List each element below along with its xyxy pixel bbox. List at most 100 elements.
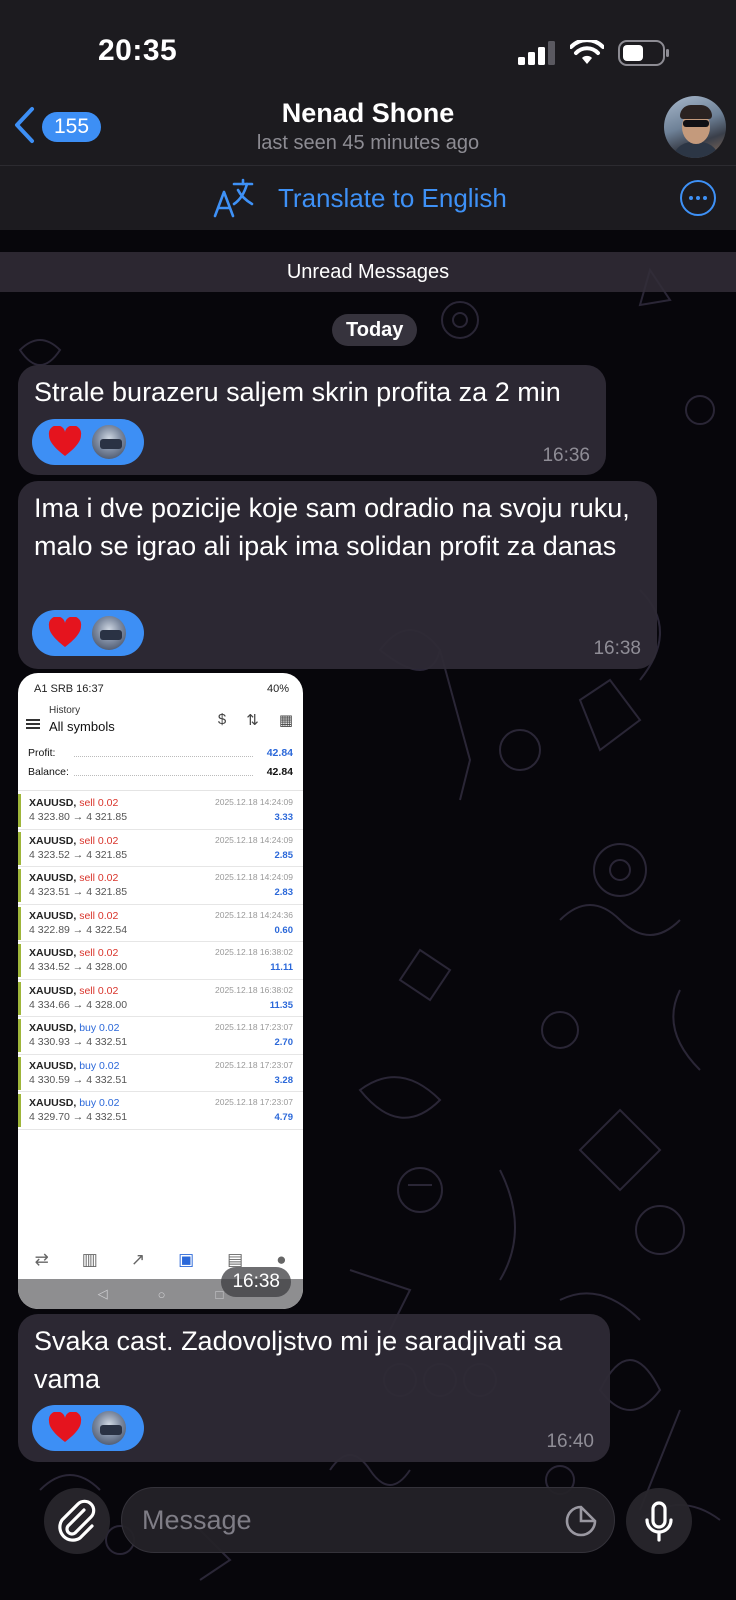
screenshot-trade-row: XAUUSD, sell 0.02 4 334.66 → 4 328.00 2025… xyxy=(18,980,303,1017)
trade-profit: 2.83 xyxy=(274,887,294,898)
trade-symbol: XAUUSD, buy 0.02 xyxy=(29,1059,120,1072)
trade-prices: 4 323.51 → 4 321.85 xyxy=(29,886,128,898)
reaction-chip[interactable] xyxy=(32,1405,144,1451)
trade-datetime: 2025.12.18 17:23:07 xyxy=(215,1097,293,1107)
trade-side: sell 0.02 xyxy=(79,947,119,959)
date-separator: Today xyxy=(332,314,418,346)
trade-side: buy 0.02 xyxy=(79,1097,120,1109)
trade-datetime: 2025.12.18 14:24:36 xyxy=(215,909,293,920)
screenshot-sort-icon: ⇅ xyxy=(246,712,259,729)
trade-datetime: 2025.12.18 16:38:02 xyxy=(215,947,293,957)
trade-prices: 4 330.59 → 4 332.51 xyxy=(29,1073,128,1086)
trade-side: sell 0.02 xyxy=(79,834,119,847)
message-time: 16:38 xyxy=(221,1267,291,1297)
trade-symbol: XAUUSD, buy 0.02 xyxy=(29,1097,120,1109)
trade-side: buy 0.02 xyxy=(79,1022,120,1034)
screenshot-trade-row: XAUUSD, buy 0.02 4 330.59 → 4 332.51 2025.… xyxy=(18,1055,303,1092)
trade-prices: 4 329.70 → 4 332.51 xyxy=(29,1111,128,1123)
trade-datetime: 2025.12.18 14:24:09 xyxy=(215,872,293,882)
screenshot-filter-label: All symbols xyxy=(49,719,115,734)
reaction-chip[interactable] xyxy=(32,610,144,656)
screenshot-trade-row: XAUUSD, sell 0.02 4 323.80 → 4 321.85 2025… xyxy=(18,792,303,830)
trade-datetime: 2025.12.18 17:23:07 xyxy=(215,1022,293,1032)
trade-symbol: XAUUSD, sell 0.02 xyxy=(29,947,119,959)
trade-prices: 4 322.89 → 4 322.54 xyxy=(29,923,128,936)
trade-profit: 2.70 xyxy=(274,1037,294,1048)
screenshot-balance-row: Balance: 42.84 xyxy=(28,766,293,778)
attach-button[interactable] xyxy=(44,1488,110,1554)
screenshot-trade-row: XAUUSD, sell 0.02 4 334.52 → 4 328.00 2025… xyxy=(18,942,303,980)
unread-messages-divider: Unread Messages xyxy=(0,252,736,292)
message-time: 16:40 xyxy=(546,1431,594,1452)
screenshot-menu-icon xyxy=(26,719,40,729)
screenshot-toolbar-icons: $ ⇅ ▦ xyxy=(218,711,293,729)
trade-profit: 0.60 xyxy=(274,924,294,936)
screenshot-history-label: History xyxy=(49,705,81,716)
message-text: Strale burazeru saljem skrin profita za … xyxy=(34,377,561,407)
message-bubble[interactable]: Ima i dve pozicije koje sam odradio na s… xyxy=(18,481,657,669)
message-text: Svaka cast. Zadovoljstvo mi je saradjiva… xyxy=(34,1326,563,1394)
translate-bar: Translate to English xyxy=(0,165,736,230)
trade-side: sell 0.02 xyxy=(79,872,119,884)
screenshot-trade-row: XAUUSD, sell 0.02 4 323.51 → 4 321.85 2025… xyxy=(18,867,303,905)
chat-header: 155 Nenad Shone last seen 45 minutes ago xyxy=(0,90,736,165)
heart-icon xyxy=(48,426,82,456)
trade-datetime: 2025.12.18 14:24:09 xyxy=(215,797,293,807)
message-time: 16:38 xyxy=(593,638,641,659)
reactor-avatar xyxy=(90,614,128,652)
message-bubble[interactable]: Strale burazeru saljem skrin profita za … xyxy=(18,365,606,475)
heart-icon xyxy=(48,617,82,647)
trade-profit: 11.11 xyxy=(270,962,293,973)
screenshot-currency-icon: $ xyxy=(217,711,227,728)
voice-message-button[interactable] xyxy=(626,1488,692,1554)
status-icons xyxy=(518,40,670,66)
screenshot-status-left: A1 SRB 16:37 xyxy=(34,683,104,695)
status-time: 20:35 xyxy=(98,34,178,67)
trade-profit: 3.33 xyxy=(274,812,294,823)
photo-message[interactable]: A1 SRB 16:37 40% History All symbols $ ⇅… xyxy=(18,673,303,1309)
trade-symbol: XAUUSD, sell 0.02 xyxy=(29,834,119,847)
contact-avatar[interactable] xyxy=(664,96,726,158)
screenshot-history-icon: ▣ xyxy=(178,1250,195,1269)
reactor-avatar xyxy=(90,423,128,461)
screenshot-profit-row: Profit: 42.84 xyxy=(28,747,293,759)
screenshot-trade-row: XAUUSD, sell 0.02 4 322.89 → 4 322.54 2025… xyxy=(18,905,303,942)
trade-profit: 11.35 xyxy=(269,999,293,1011)
trade-side: sell 0.02 xyxy=(79,984,119,997)
trade-symbol: XAUUSD, sell 0.02 xyxy=(29,909,119,922)
mic-icon xyxy=(645,1501,673,1542)
message-input-field[interactable] xyxy=(121,1487,615,1553)
reaction-chip[interactable] xyxy=(32,419,144,465)
message-text: Ima i dve pozicije koje sam odradio na s… xyxy=(34,493,630,561)
battery-icon xyxy=(618,40,669,66)
translate-icon[interactable] xyxy=(212,176,256,220)
trade-side: sell 0.02 xyxy=(79,797,119,809)
trade-datetime: 2025.12.18 16:38:02 xyxy=(215,984,293,995)
message-bubble[interactable]: Svaka cast. Zadovoljstvo mi je saradjiva… xyxy=(18,1314,610,1462)
trade-prices: 4 334.52 → 4 328.00 xyxy=(29,961,128,973)
wifi-icon xyxy=(570,40,604,64)
screenshot-status-right: 40% xyxy=(266,683,289,695)
contact-name[interactable]: Nenad Shone xyxy=(0,98,736,129)
screenshot-trade-row: XAUUSD, sell 0.02 4 323.52 → 4 321.85 2025… xyxy=(18,830,303,867)
reactor-avatar xyxy=(90,1409,128,1447)
sticker-icon[interactable] xyxy=(564,1504,598,1538)
message-time: 16:36 xyxy=(542,445,590,466)
translate-button[interactable]: Translate to English xyxy=(278,183,507,214)
screenshot-trade-row: XAUUSD, buy 0.02 4 330.93 → 4 332.51 2025.… xyxy=(18,1017,303,1055)
trade-profit: 3.28 xyxy=(274,1074,294,1086)
trade-symbol: XAUUSD, sell 0.02 xyxy=(29,797,119,809)
trade-prices: 4 330.93 → 4 332.51 xyxy=(29,1036,128,1048)
trade-prices: 4 323.52 → 4 321.85 xyxy=(29,848,128,861)
input-bar xyxy=(0,1460,736,1600)
screenshot-chart-icon: ▥ xyxy=(81,1250,98,1269)
trade-datetime: 2025.12.18 14:24:09 xyxy=(215,834,293,845)
message-input[interactable] xyxy=(142,1488,542,1552)
trade-symbol: XAUUSD, sell 0.02 xyxy=(29,984,119,997)
trade-datetime: 2025.12.18 17:23:07 xyxy=(215,1059,293,1070)
trade-profit: 4.79 xyxy=(274,1112,294,1123)
signal-icon xyxy=(518,41,555,65)
attach-icon xyxy=(58,1499,96,1542)
more-icon[interactable] xyxy=(680,180,716,216)
trade-profit: 2.85 xyxy=(274,849,294,861)
